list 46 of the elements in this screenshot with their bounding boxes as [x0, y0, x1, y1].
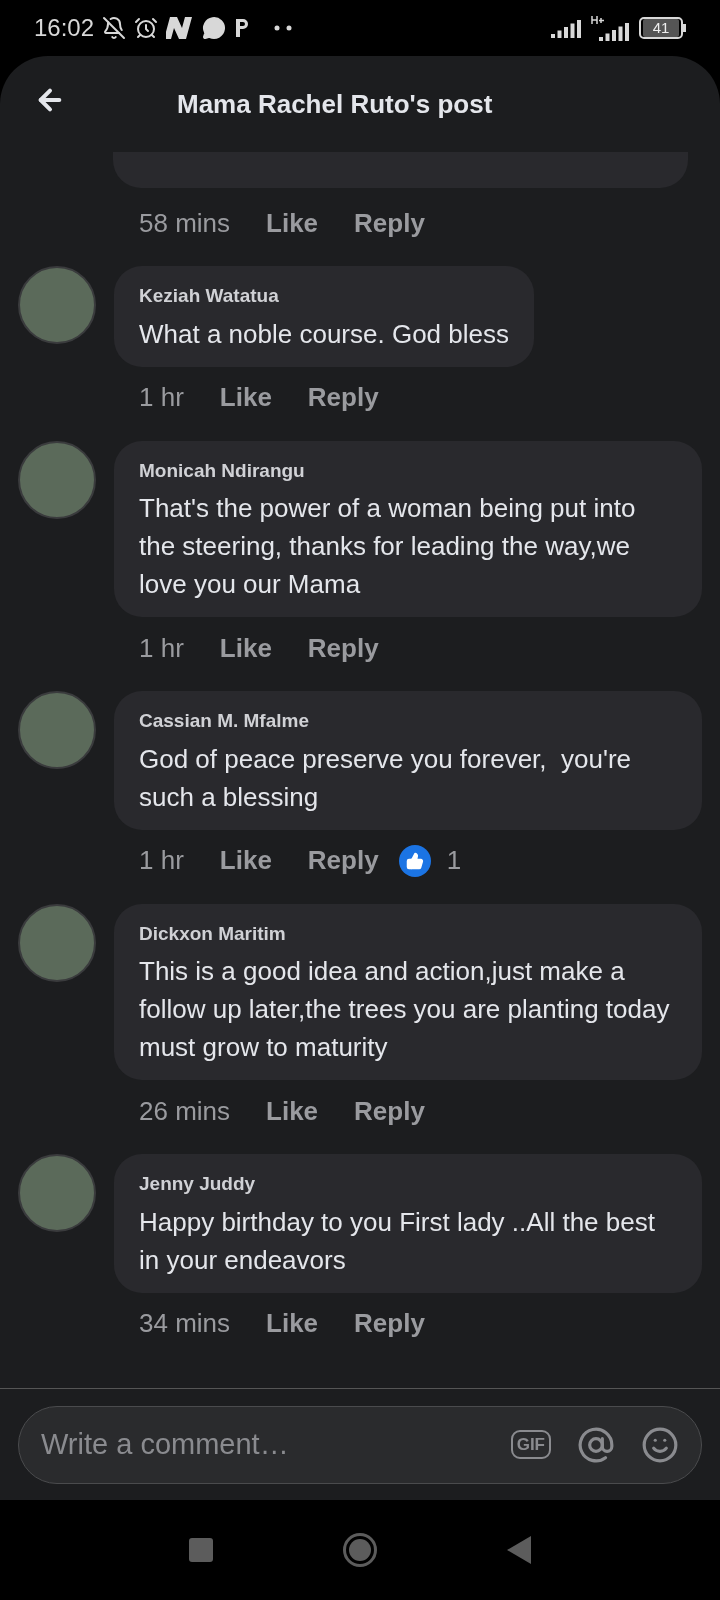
like-button[interactable]: Like	[219, 628, 272, 668]
alarm-icon	[134, 16, 159, 40]
comment-author[interactable]: Jenny Juddy	[139, 1170, 677, 1199]
emoji-icon[interactable]	[641, 1425, 679, 1464]
comment-text: God of peace preserve you forever, you're such a blessing	[139, 742, 633, 814]
mention-icon[interactable]	[577, 1425, 615, 1464]
status-time: 16:02	[34, 13, 95, 43]
reply-button[interactable]: Reply	[307, 378, 379, 417]
gif-button[interactable]: GIF	[510, 1429, 551, 1460]
home-button[interactable]	[343, 1533, 377, 1567]
comment-time: 26 mins	[139, 1094, 231, 1128]
comment-time: 1 hr	[139, 844, 184, 877]
signal-icon	[551, 18, 583, 38]
like-button[interactable]: Like	[266, 1304, 319, 1343]
like-button[interactable]: Like	[266, 1091, 319, 1131]
signal-h-plus-icon	[591, 15, 631, 41]
parking-icon	[234, 17, 251, 39]
battery-icon: 41	[639, 17, 686, 39]
like-button[interactable]: Like	[266, 203, 319, 243]
like-button[interactable]: Like	[219, 378, 272, 417]
comment-time: 1 hr	[139, 631, 184, 665]
comment-author[interactable]: Monicah Ndirangu	[139, 456, 677, 485]
reply-button[interactable]: Reply	[354, 1304, 425, 1343]
comment-text: What a noble course. God bless	[139, 317, 509, 351]
comment-time: 1 hr	[139, 381, 184, 414]
comment-text: This is a good idea and action,just make a follow up later,the trees you are planting today must grow to maturity	[139, 955, 671, 1064]
muted-bell-icon	[102, 16, 127, 40]
reply-button[interactable]: Reply	[307, 628, 379, 668]
reaction-count: 1	[446, 844, 462, 877]
like-reaction-icon	[398, 844, 431, 877]
reply-button[interactable]: Reply	[354, 203, 425, 243]
page-title: Mama Rachel Ruto's post	[177, 87, 493, 121]
reply-button[interactable]: Reply	[354, 1091, 425, 1131]
like-button[interactable]: Like	[219, 841, 272, 880]
comment-author[interactable]: Cassian M. Mfalme	[139, 707, 677, 736]
comment-time: 58 mins	[139, 206, 231, 240]
chat-icon	[202, 16, 227, 40]
back-nav-icon[interactable]	[507, 1536, 531, 1564]
comment-author[interactable]: Keziah Watatua	[139, 282, 509, 311]
comment-text: Happy birthday to you First lady ..All the best in your endeavors	[139, 1205, 656, 1277]
comment-input-field[interactable]: Write a comment… GIF	[18, 1405, 702, 1484]
comment-text: That's the power of a woman being put into the steering, thanks for leading the way,we love you our Mama	[139, 492, 637, 601]
app-logo-icon	[166, 17, 195, 39]
comment-time: 34 mins	[139, 1307, 231, 1340]
reply-button[interactable]: Reply	[307, 841, 379, 880]
comment-author[interactable]: Dickxon Maritim	[139, 919, 677, 948]
